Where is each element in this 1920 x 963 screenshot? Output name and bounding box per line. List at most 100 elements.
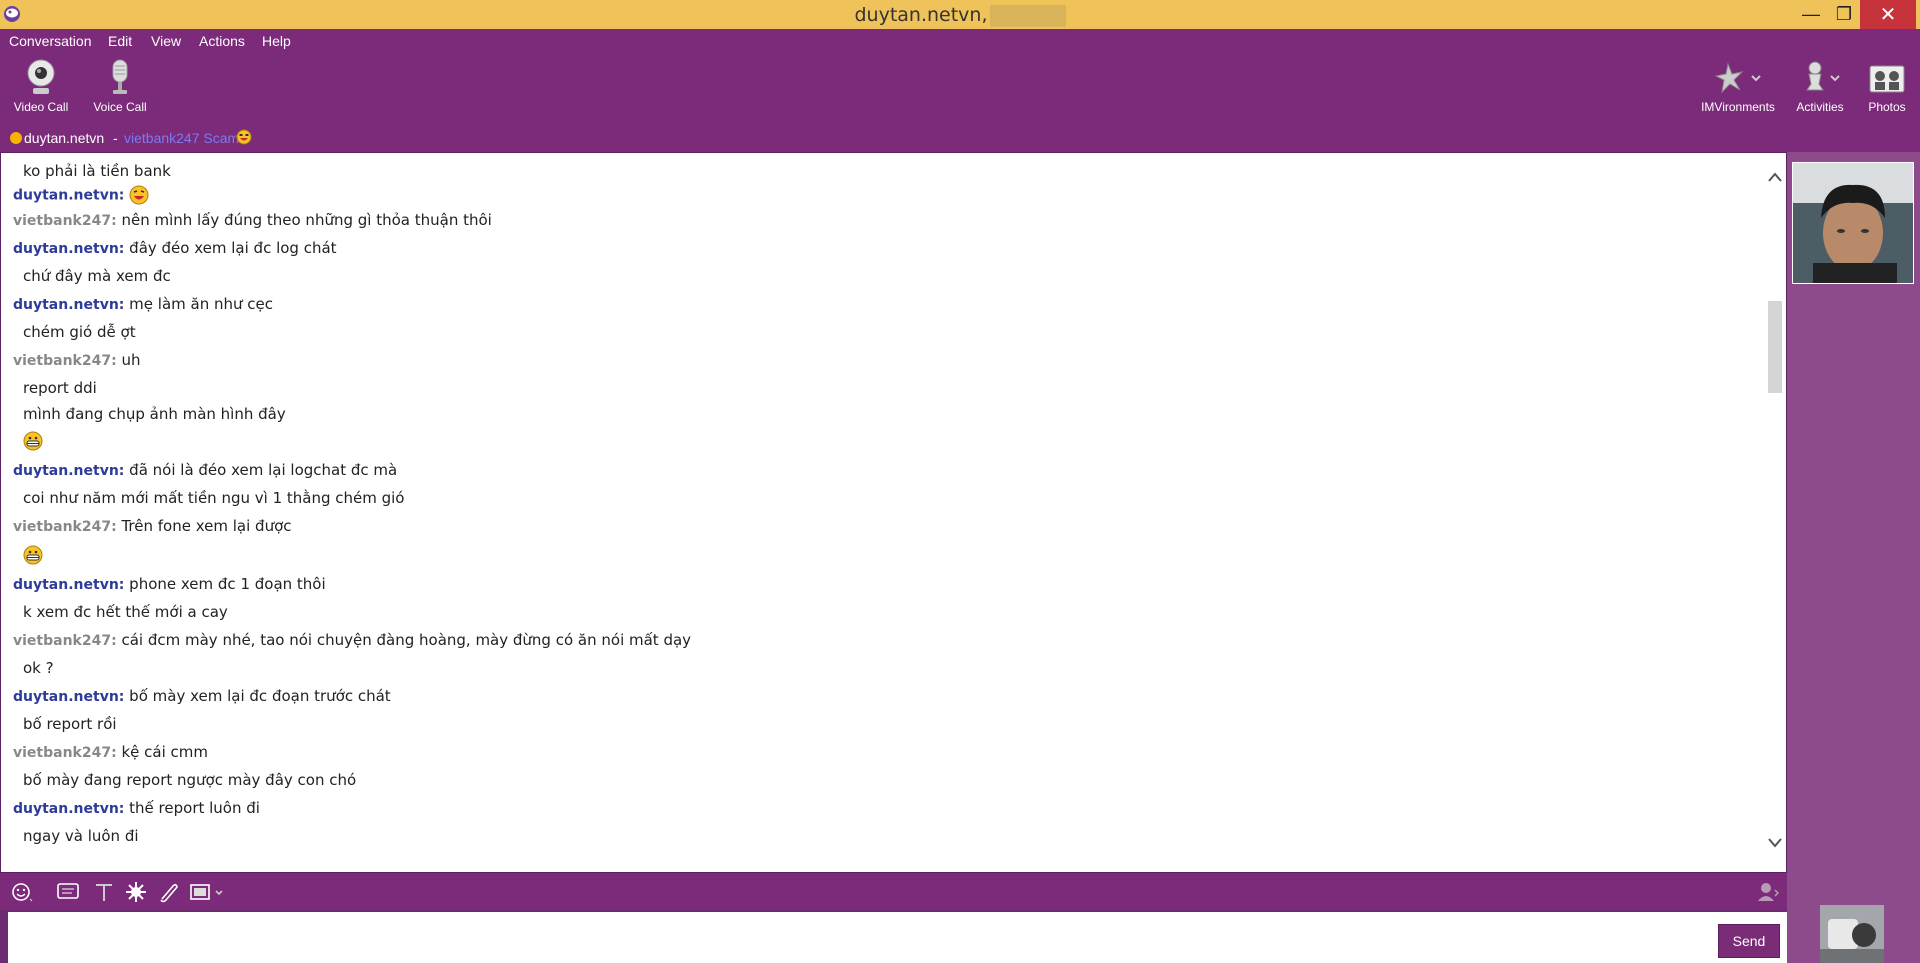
chat-log[interactable]: ko phải là tiền bank duytan.netvn: vietb… [1, 153, 1763, 872]
message-sender: duytan.netvn: [13, 801, 125, 817]
webcam-person-image [1793, 163, 1913, 283]
voice-call-label: Voice Call [93, 100, 147, 114]
activities-icon [1806, 61, 1840, 91]
message-text: k xem đc hết thế mới a cay [23, 603, 228, 621]
chat-message: ngay và luôn đi [23, 827, 139, 845]
message-sender: vietbank247: [13, 519, 117, 535]
message-text: phone xem đc 1 đoạn thôi [129, 575, 326, 593]
message-text: ko phải là tiền bank [23, 162, 171, 180]
menu-conversation[interactable]: Conversation [9, 33, 92, 49]
message-text: kệ cái cmm [121, 743, 208, 761]
my-display-image[interactable] [1820, 905, 1884, 963]
contact-status-message: vietbank247 Scam [124, 130, 240, 146]
chat-message: ok ? [23, 659, 54, 677]
message-text: chứ đây mà xem đc [23, 267, 171, 285]
chat-message: vietbank247: kệ cái cmm [13, 743, 208, 761]
menu-view[interactable]: View [151, 33, 181, 49]
chat-message: bố mày đang report ngược mày đây con chó [23, 771, 356, 789]
chat-message: duytan.netvn: [13, 185, 149, 205]
imvironments-icon [1714, 62, 1761, 94]
chat-message: ko phải là tiền bank [23, 162, 171, 180]
imvironments-button[interactable]: IMVironments [1698, 58, 1778, 114]
emoticons-icon[interactable] [10, 881, 34, 903]
chat-message: duytan.netvn: bố mày xem lại đc đoạn trư… [13, 687, 391, 705]
webcam-icon [27, 59, 55, 94]
message-text: nên mình lấy đúng theo những gì thỏa thu… [121, 211, 492, 229]
message-text: chém gió dễ ợt [23, 323, 136, 341]
message-sender: vietbank247: [13, 213, 117, 229]
chat-message: duytan.netvn: phone xem đc 1 đoạn thôi [13, 575, 326, 593]
laughing-emoji-icon [129, 185, 149, 205]
chat-scrollbar[interactable] [1763, 153, 1786, 872]
message-sender: duytan.netvn: [13, 241, 125, 257]
menu-edit[interactable]: Edit [108, 33, 132, 49]
contact-name[interactable]: duytan.netvn [24, 130, 104, 146]
status-idle-icon [10, 132, 22, 144]
chat-message: duytan.netvn: đây đéo xem lại đc log chá… [13, 239, 337, 257]
photos-label: Photos [1868, 100, 1906, 114]
scroll-up-arrow-icon[interactable] [1767, 171, 1783, 183]
voice-call-button[interactable]: Voice Call [90, 58, 150, 114]
message-sender: vietbank247: [13, 353, 117, 369]
send-button[interactable]: Send [1718, 924, 1780, 958]
menu-bar: Conversation Edit View Actions Help [0, 29, 1920, 54]
scroll-thumb[interactable] [1768, 301, 1782, 393]
imvironments-label: IMVironments [1701, 100, 1775, 114]
message-text: uh [121, 351, 141, 369]
menu-help[interactable]: Help [262, 33, 291, 49]
audibles-icon[interactable] [124, 881, 148, 903]
message-text: cái đcm mày nhé, tao nói chuyện đàng hoà… [121, 631, 692, 649]
message-text: bố report rồi [23, 715, 117, 733]
close-button[interactable]: ✕ [1860, 0, 1916, 29]
message-input-area: Send [8, 912, 1787, 963]
chat-message: mình đang chụp ảnh màn hình đây [23, 405, 286, 423]
webcam-panel [1787, 152, 1920, 963]
activities-button[interactable]: Activities [1790, 58, 1850, 114]
chat-message: vietbank247: uh [13, 351, 140, 369]
chat-message [23, 545, 43, 565]
contact-webcam-image[interactable] [1792, 162, 1914, 284]
video-call-button[interactable]: Video Call [10, 58, 72, 114]
text-format-icon[interactable] [92, 881, 116, 903]
message-sender: duytan.netvn: [13, 463, 125, 479]
scroll-down-arrow-icon[interactable] [1767, 837, 1783, 849]
microphone-icon [112, 59, 128, 94]
toolbar: Video Call Voice Call IMVironments Activ… [0, 54, 1920, 126]
conversation-panel: ko phải là tiền bank duytan.netvn: vietb… [0, 152, 1787, 873]
redacted-block [989, 4, 1066, 27]
menu-actions[interactable]: Actions [199, 33, 245, 49]
chat-message: vietbank247: Trên fone xem lại được [13, 517, 292, 535]
attach-icon[interactable] [156, 881, 180, 903]
message-text: đây đéo xem lại đc log chát [129, 239, 337, 257]
photos-button[interactable]: Photos [1862, 58, 1912, 114]
chat-message: k xem đc hết thế mới a cay [23, 603, 228, 621]
chat-message: coi như năm mới mất tiền ngu vì 1 thằng … [23, 489, 405, 507]
contact-separator: - [113, 130, 118, 146]
message-sender: vietbank247: [13, 633, 117, 649]
message-text: thế report luôn đi [129, 799, 260, 817]
message-text: ngay và luôn đi [23, 827, 139, 845]
message-text: bố mày xem lại đc đoạn trước chát [129, 687, 391, 705]
chat-message: report ddi [23, 379, 97, 397]
chat-message: duytan.netvn: thế report luôn đi [13, 799, 260, 817]
message-input[interactable] [8, 912, 1708, 963]
grin-emoji-icon [23, 545, 43, 565]
nudge-icon[interactable] [56, 881, 80, 903]
message-sender: duytan.netvn: [13, 297, 125, 313]
minimize-button[interactable]: — [1793, 0, 1829, 29]
message-text: report ddi [23, 379, 97, 397]
input-toolbar [0, 873, 1787, 910]
chat-message: bố report rồi [23, 715, 117, 733]
message-sender: duytan.netvn: [13, 577, 125, 593]
buddy-info-icon[interactable] [1756, 881, 1780, 903]
imvironment-small-icon[interactable] [190, 881, 226, 903]
chat-message: chứ đây mà xem đc [23, 267, 171, 285]
message-sender: vietbank247: [13, 745, 117, 761]
maximize-button[interactable]: ❐ [1826, 0, 1862, 29]
message-text: mẹ làm ăn như cẹc [129, 295, 273, 313]
activities-label: Activities [1796, 100, 1844, 114]
chat-message: duytan.netvn: mẹ làm ăn như cẹc [13, 295, 273, 313]
contact-status-row: duytan.netvn - vietbank247 Scam [0, 126, 1920, 152]
video-call-label: Video Call [13, 100, 69, 114]
message-text: Trên fone xem lại được [121, 517, 292, 535]
